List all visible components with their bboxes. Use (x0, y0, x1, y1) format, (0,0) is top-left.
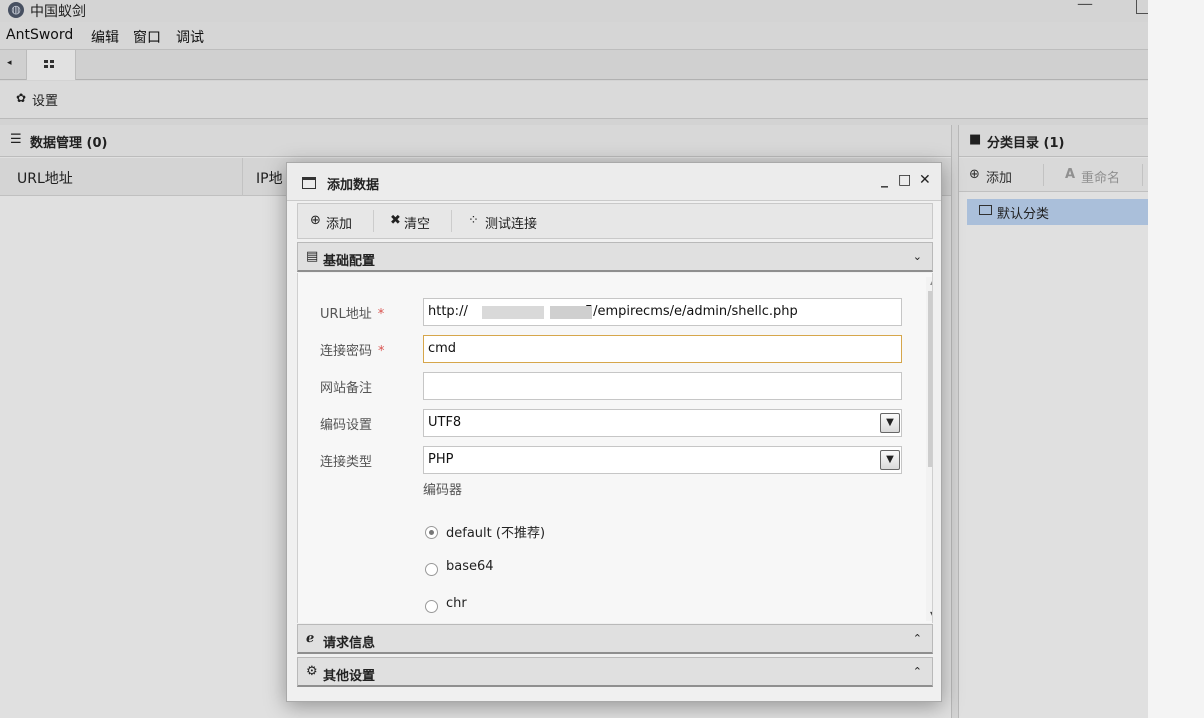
background-strip (1148, 0, 1204, 718)
encoder-label: 编码器 (423, 483, 463, 498)
radio-chr[interactable] (425, 600, 438, 613)
caret-down-icon: ▼ (880, 450, 900, 470)
encoding-select[interactable]: UTF8 ▼ (423, 409, 902, 437)
add-button[interactable]: 添加 (326, 213, 352, 232)
radio-base64[interactable] (425, 563, 438, 576)
scroll-thumb[interactable] (928, 291, 932, 467)
type-select[interactable]: PHP ▼ (423, 446, 902, 474)
gears-icon: ⚙ (306, 664, 318, 679)
request-info-title: 请求信息 (323, 636, 376, 651)
dialog-close-icon[interactable]: ✕ (919, 172, 931, 188)
password-label: 连接密码 * (320, 344, 385, 359)
dialog-title-bar: 添加数据 _ □ ✕ (287, 163, 941, 201)
form-scrollbar[interactable]: ▲ ▼ (926, 277, 932, 621)
other-settings-section[interactable]: ⚙ 其他设置 ⌃ (297, 657, 933, 687)
chevron-up-icon: ⌃ (912, 632, 922, 645)
url-input[interactable]: http://5/empirecms/e/admin/shellc.php (423, 298, 902, 326)
type-label: 连接类型 (320, 455, 373, 470)
basic-config-section[interactable]: ▤ 基础配置 ⌄ (297, 242, 933, 272)
other-settings-title: 其他设置 (323, 669, 376, 684)
note-input[interactable] (423, 372, 902, 400)
redacted-segment (550, 306, 592, 319)
note-label: 网站备注 (320, 381, 373, 396)
encoder-option-chr[interactable]: chr (446, 596, 467, 611)
encoding-label: 编码设置 (320, 418, 373, 433)
test-connection-button[interactable]: 测试连接 (485, 213, 537, 232)
clear-button[interactable]: 清空 (404, 213, 430, 232)
spinner-icon: ⁘ (468, 213, 479, 228)
chevron-up-icon: ⌃ (912, 665, 922, 678)
dialog-maximize-icon[interactable]: □ (898, 172, 911, 188)
dialog-minimize-icon[interactable]: _ (881, 172, 888, 188)
request-info-section[interactable]: ℯ 请求信息 ⌃ (297, 624, 933, 654)
browser-e-icon: ℯ (306, 631, 315, 646)
document-icon: ▤ (306, 249, 319, 264)
password-input[interactable]: cmd (423, 335, 902, 363)
chevron-down-icon: ⌄ (912, 250, 922, 263)
basic-config-title: 基础配置 (323, 254, 376, 269)
add-data-dialog: 添加数据 _ □ ✕ ⊕ 添加 ✖ 清空 ⁘ 测试连接 ▤ 基础配置 ⌄ URL… (286, 162, 942, 702)
window-icon (302, 177, 316, 189)
radio-default[interactable] (425, 526, 438, 539)
basic-config-form: URL地址 * http://5/empirecms/e/admin/shellc… (297, 273, 933, 623)
url-label: URL地址 * (320, 307, 385, 322)
times-icon: ✖ (390, 213, 401, 228)
dialog-title: 添加数据 (327, 178, 380, 193)
plus-circle-icon: ⊕ (310, 213, 321, 228)
encoder-option-default[interactable]: default (不推荐) (446, 522, 545, 541)
scroll-down-icon[interactable]: ▼ (930, 610, 932, 619)
encoder-option-base64[interactable]: base64 (446, 559, 494, 574)
caret-down-icon: ▼ (880, 413, 900, 433)
scroll-up-icon[interactable]: ▲ (930, 277, 932, 286)
dialog-toolbar: ⊕ 添加 ✖ 清空 ⁘ 测试连接 (297, 203, 933, 239)
redacted-segment (482, 306, 544, 319)
